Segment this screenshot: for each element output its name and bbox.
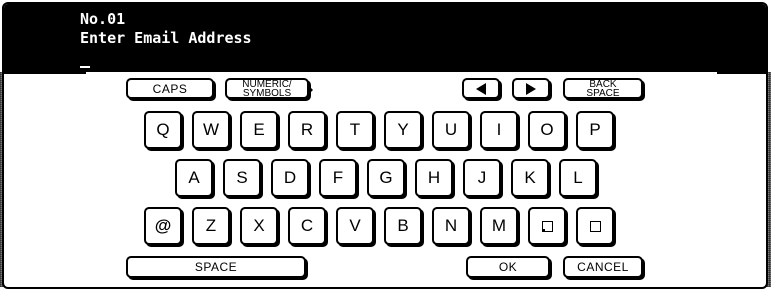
key-underscore[interactable] bbox=[576, 207, 614, 245]
key-r[interactable]: R bbox=[288, 111, 326, 149]
key-y[interactable]: Y bbox=[384, 111, 422, 149]
on-screen-keyboard: CAPS NUMERIC/ SYMBOLS BACK SPACE Q W E R… bbox=[86, 72, 717, 285]
key-t[interactable]: T bbox=[336, 111, 374, 149]
blank-key-icon bbox=[589, 220, 601, 232]
space-label: SPACE bbox=[194, 260, 238, 274]
key-j[interactable]: J bbox=[463, 159, 501, 197]
key-e[interactable]: E bbox=[240, 111, 278, 149]
key-u[interactable]: U bbox=[432, 111, 470, 149]
key-i[interactable]: I bbox=[480, 111, 518, 149]
left-arrow-button[interactable] bbox=[462, 78, 500, 99]
key-u-label: U bbox=[444, 120, 458, 139]
key-x[interactable]: X bbox=[240, 207, 278, 245]
key-x-label: X bbox=[253, 216, 265, 235]
key-j-label: J bbox=[477, 168, 487, 187]
key-k-label: K bbox=[524, 168, 536, 187]
key-i-label: I bbox=[496, 120, 502, 139]
key-n[interactable]: N bbox=[432, 207, 470, 245]
key-d-label: D bbox=[283, 168, 297, 187]
key-s-label: S bbox=[236, 168, 248, 187]
key-c-label: C bbox=[300, 216, 314, 235]
period-key-icon bbox=[541, 220, 553, 232]
key-h[interactable]: H bbox=[415, 159, 453, 197]
ok-button[interactable]: OK bbox=[466, 256, 550, 278]
key-c[interactable]: C bbox=[288, 207, 326, 245]
right-arrow-button[interactable] bbox=[512, 78, 550, 99]
key-d[interactable]: D bbox=[271, 159, 309, 197]
symbols-label: SYMBOLS bbox=[242, 87, 292, 99]
key-a[interactable]: A bbox=[175, 159, 213, 197]
key-f-label: F bbox=[332, 168, 344, 187]
key-g-label: G bbox=[379, 168, 393, 187]
key-period[interactable] bbox=[528, 207, 566, 245]
key-b[interactable]: B bbox=[384, 207, 422, 245]
right-arrow-icon bbox=[526, 82, 536, 95]
key-v-label: V bbox=[349, 216, 361, 235]
key-w-label: W bbox=[202, 120, 220, 139]
key-m-label: M bbox=[491, 216, 507, 235]
key-b-label: B bbox=[397, 216, 409, 235]
text-cursor bbox=[80, 66, 90, 68]
key-s[interactable]: S bbox=[223, 159, 261, 197]
key-o-label: O bbox=[540, 120, 554, 139]
key-m[interactable]: M bbox=[480, 207, 518, 245]
numeric-symbols-button[interactable]: NUMERIC/ SYMBOLS bbox=[225, 78, 313, 99]
key-q-label: Q bbox=[156, 120, 170, 139]
numeric-tab-icon bbox=[309, 86, 313, 94]
key-l-label: L bbox=[573, 168, 583, 187]
key-q[interactable]: Q bbox=[144, 111, 182, 149]
entry-header: No.01 Enter Email Address bbox=[4, 4, 766, 74]
key-p[interactable]: P bbox=[576, 111, 614, 149]
key-f[interactable]: F bbox=[319, 159, 357, 197]
key-l[interactable]: L bbox=[559, 159, 597, 197]
key-p-label: P bbox=[589, 120, 601, 139]
key-t-label: T bbox=[349, 120, 361, 139]
entry-number: No.01 bbox=[80, 10, 126, 28]
key-e-label: E bbox=[253, 120, 265, 139]
key-w[interactable]: W bbox=[192, 111, 230, 149]
key-n-label: N bbox=[444, 216, 458, 235]
back-space-button[interactable]: BACK SPACE bbox=[563, 78, 643, 99]
key-o[interactable]: O bbox=[528, 111, 566, 149]
key-v[interactable]: V bbox=[336, 207, 374, 245]
caps-button[interactable]: CAPS bbox=[126, 78, 214, 99]
cancel-button[interactable]: CANCEL bbox=[563, 256, 643, 278]
entry-prompt: Enter Email Address bbox=[80, 29, 252, 47]
key-z[interactable]: Z bbox=[192, 207, 230, 245]
key-r-label: R bbox=[300, 120, 314, 139]
key-y-label: Y bbox=[397, 120, 409, 139]
space-button[interactable]: SPACE bbox=[126, 256, 306, 278]
left-arrow-icon bbox=[476, 82, 486, 95]
cancel-label: CANCEL bbox=[577, 260, 629, 274]
caps-label: CAPS bbox=[152, 81, 188, 96]
ok-label: OK bbox=[498, 260, 518, 274]
key-a-label: A bbox=[188, 168, 200, 187]
key-z-label: Z bbox=[205, 216, 217, 235]
key-g[interactable]: G bbox=[367, 159, 405, 197]
key-k[interactable]: K bbox=[511, 159, 549, 197]
space-label-2: SPACE bbox=[586, 87, 620, 99]
key-at-label: @ bbox=[154, 216, 172, 235]
key-h-label: H bbox=[427, 168, 441, 187]
key-at[interactable]: @ bbox=[144, 207, 182, 245]
